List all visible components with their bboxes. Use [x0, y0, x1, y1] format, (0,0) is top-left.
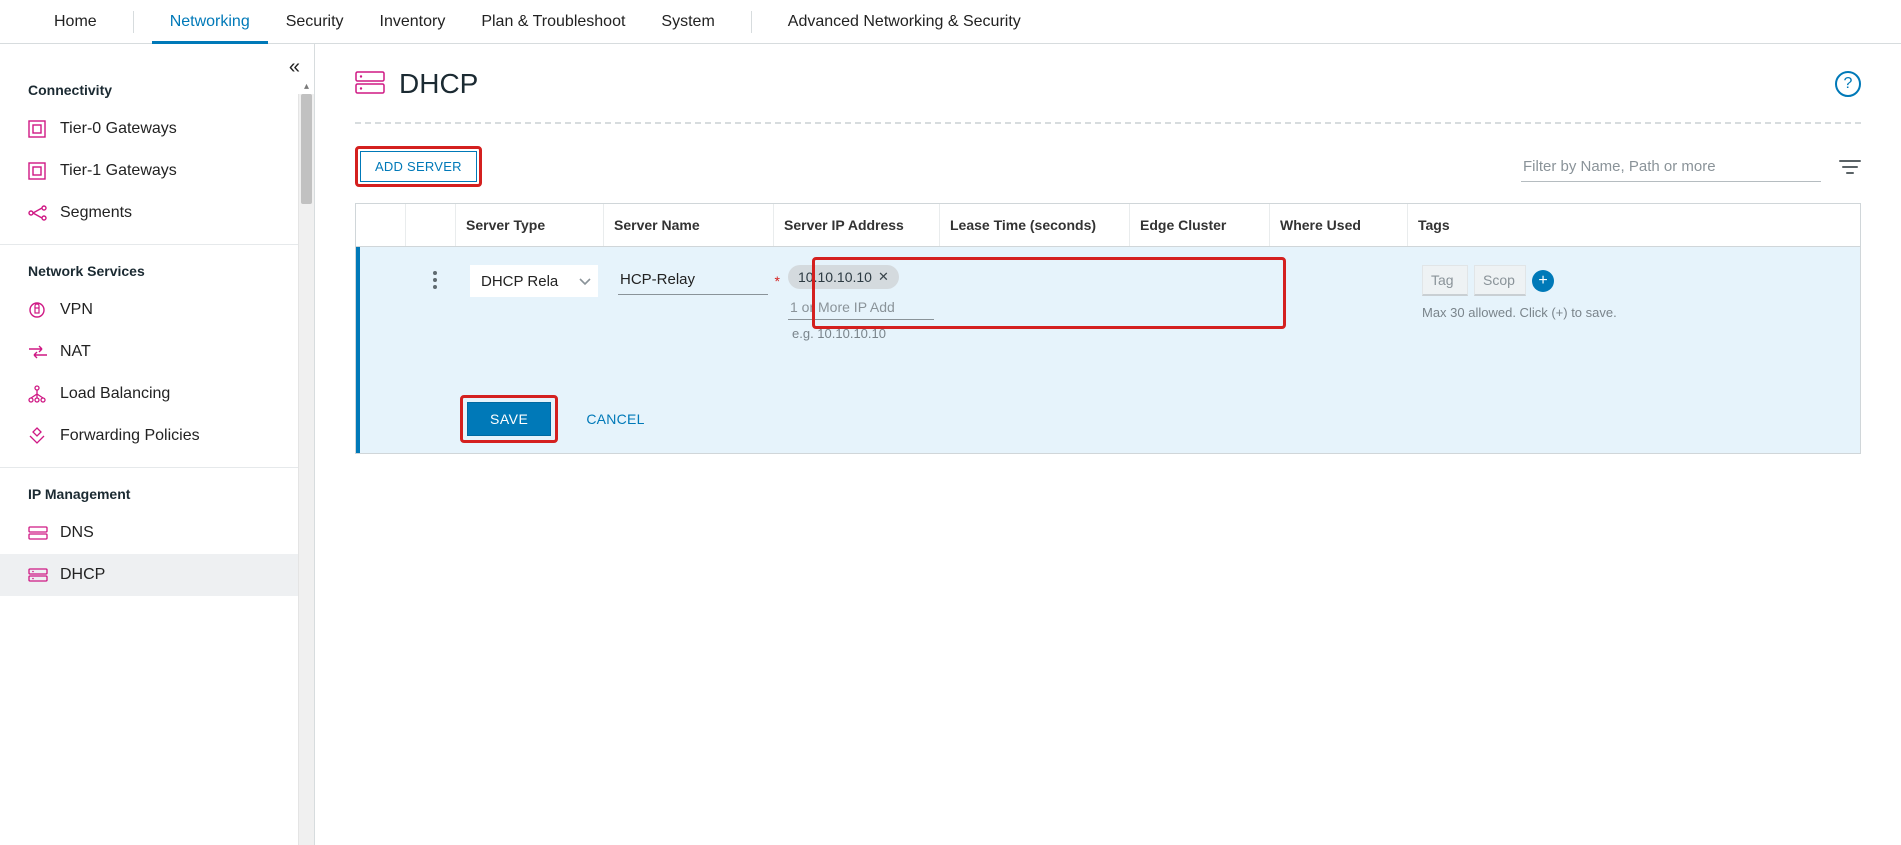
chevron-down-icon [579, 273, 591, 290]
scroll-up-icon[interactable]: ▴ [299, 78, 314, 94]
sidebar-item-vpn[interactable]: VPN [0, 289, 314, 331]
sidebar-item-fp[interactable]: Forwarding Policies [0, 415, 314, 457]
col-server-name: Server Name [604, 204, 774, 246]
dns-icon [28, 526, 48, 540]
sidebar-item-label: Load Balancing [60, 385, 170, 403]
top-nav: Home Networking Security Inventory Plan … [0, 0, 1901, 44]
col-server-type: Server Type [456, 204, 604, 246]
required-marker: * [775, 273, 780, 289]
server-type-select[interactable]: DHCP Rela [470, 265, 598, 297]
lb-icon [28, 385, 48, 403]
nav-system[interactable]: System [643, 0, 732, 44]
section-ip-management: IP Management [0, 468, 314, 512]
filter-input[interactable] [1521, 152, 1821, 182]
sidebar-item-dns[interactable]: DNS [0, 512, 314, 554]
scrollbar-thumb[interactable] [301, 94, 312, 204]
table-header: Server Type Server Name Server IP Addres… [356, 204, 1860, 247]
edit-row: DHCP Rela * 10.10.10.10 [356, 247, 1860, 453]
sidebar-item-tier0[interactable]: Tier-0 Gateways [0, 108, 314, 150]
nav-security[interactable]: Security [268, 0, 362, 44]
sidebar-item-label: Tier-0 Gateways [60, 120, 177, 138]
fp-icon [28, 427, 48, 445]
row-menu-icon[interactable] [433, 265, 437, 341]
col-tags: Tags [1408, 204, 1860, 246]
nav-networking[interactable]: Networking [152, 0, 268, 44]
add-server-button[interactable]: ADD SERVER [360, 151, 477, 182]
sidebar-item-label: Segments [60, 204, 132, 222]
ip-chip-value: 10.10.10.10 [798, 269, 872, 285]
col-where-used: Where Used [1270, 204, 1408, 246]
tier-icon [28, 120, 48, 138]
tag-input[interactable]: Tag [1422, 265, 1468, 296]
nav-home[interactable]: Home [36, 0, 115, 44]
scope-input[interactable]: Scop [1474, 265, 1526, 296]
nav-plan[interactable]: Plan & Troubleshoot [463, 0, 643, 44]
dhcp-title-icon [355, 71, 385, 98]
nav-advanced[interactable]: Advanced Networking & Security [770, 0, 1039, 44]
sidebar-item-label: DHCP [60, 566, 105, 584]
sidebar-item-segments[interactable]: Segments [0, 192, 314, 234]
sidebar-item-label: Tier-1 Gateways [60, 162, 177, 180]
vpn-icon [28, 301, 48, 319]
sidebar-scrollbar[interactable]: ▴ [298, 94, 314, 845]
col-lease-time: Lease Time (seconds) [940, 204, 1130, 246]
sidebar-item-lb[interactable]: Load Balancing [0, 373, 314, 415]
sidebar-item-tier1[interactable]: Tier-1 Gateways [0, 150, 314, 192]
ip-hint: e.g. 10.10.10.10 [792, 326, 934, 341]
sidebar-item-label: NAT [60, 343, 91, 361]
nav-divider [133, 11, 134, 33]
sidebar-item-dhcp[interactable]: DHCP [0, 554, 314, 596]
highlight-add-server: ADD SERVER [355, 146, 482, 187]
highlight-save: SAVE [460, 395, 558, 443]
col-edge-cluster: Edge Cluster [1130, 204, 1270, 246]
segments-icon [28, 205, 48, 221]
nat-icon [28, 345, 48, 359]
sidebar-item-nat[interactable]: NAT [0, 331, 314, 373]
help-icon[interactable]: ? [1835, 71, 1861, 97]
section-network-services: Network Services [0, 245, 314, 289]
ip-chip[interactable]: 10.10.10.10 ✕ [788, 265, 899, 289]
page-title: DHCP [355, 68, 478, 100]
filter-icon[interactable] [1839, 159, 1861, 175]
page-title-text: DHCP [399, 68, 478, 100]
dhcp-icon [28, 568, 48, 582]
sidebar: « Connectivity Tier-0 Gateways Tier-1 Ga… [0, 44, 315, 845]
separator [355, 122, 1861, 124]
add-tag-icon[interactable]: + [1532, 270, 1554, 292]
server-type-value: DHCP Rela [481, 273, 558, 290]
ip-input[interactable] [788, 295, 934, 320]
col-server-ip: Server IP Address [774, 204, 940, 246]
save-button[interactable]: SAVE [467, 402, 551, 436]
sidebar-item-label: DNS [60, 524, 94, 542]
chip-remove-icon[interactable]: ✕ [878, 269, 889, 285]
tier-icon [28, 162, 48, 180]
main-content: DHCP ? ADD SERVER Server Type Server Na [315, 44, 1901, 845]
nav-inventory[interactable]: Inventory [362, 0, 464, 44]
cancel-button[interactable]: CANCEL [586, 411, 644, 427]
tags-note: Max 30 allowed. Click (+) to save. [1422, 304, 1850, 322]
dhcp-table: Server Type Server Name Server IP Addres… [355, 203, 1861, 454]
server-name-input[interactable] [618, 265, 768, 295]
sidebar-item-label: Forwarding Policies [60, 427, 200, 445]
nav-divider [751, 11, 752, 33]
section-connectivity: Connectivity [0, 64, 314, 108]
sidebar-item-label: VPN [60, 301, 93, 319]
